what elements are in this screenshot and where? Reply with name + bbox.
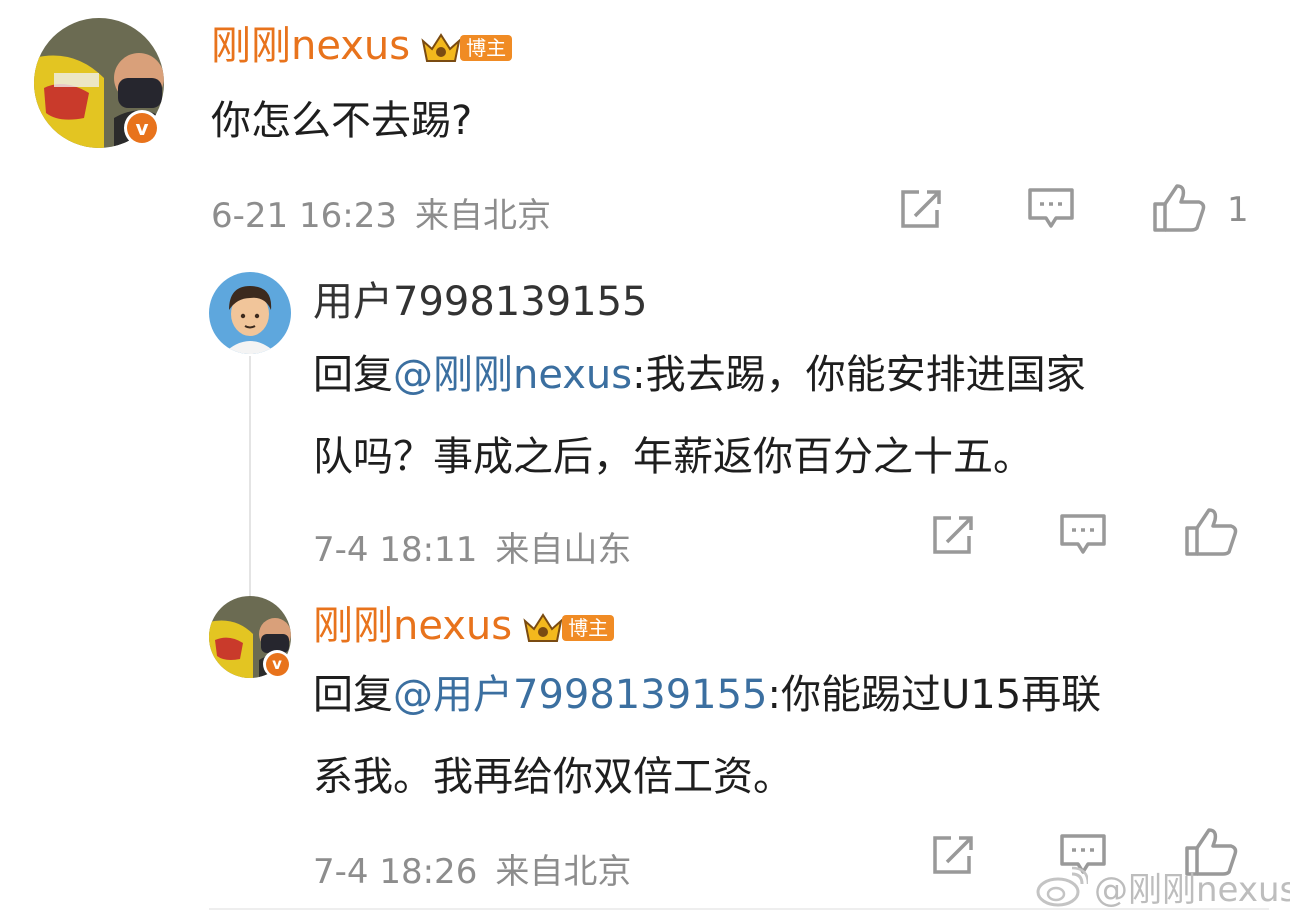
reply1-author[interactable]: 用户7998139155	[313, 278, 648, 326]
like-count: 1	[1227, 190, 1249, 230]
reply-prefix: 回复	[313, 672, 393, 718]
comment-icon[interactable]	[1026, 186, 1076, 232]
mention-link[interactable]: @用户7998139155	[393, 672, 768, 718]
reply-prefix: 回复	[313, 352, 393, 398]
blogger-tag: 博主	[562, 615, 615, 641]
reply1-location: 来自山东	[495, 530, 632, 570]
author-name[interactable]: 刚刚nexus	[313, 603, 512, 649]
verified-icon: v	[124, 110, 160, 146]
reply2-text-line2: 系我。我再给你双倍工资。	[313, 754, 793, 800]
reply2-time: 7-4 18:26	[313, 852, 478, 892]
comment-time: 6-21 16:23	[211, 196, 397, 236]
like-icon[interactable]	[1183, 506, 1239, 558]
forward-icon[interactable]	[929, 512, 979, 558]
comment-location: 来自北京	[414, 196, 551, 236]
like-icon[interactable]	[1151, 182, 1207, 234]
verified-icon: v	[263, 650, 291, 678]
thread-line	[249, 356, 251, 596]
mention-link[interactable]: @刚刚nexus	[393, 352, 632, 398]
reply2-text-line1: 回复@用户7998139155:你能踢过U15再联	[313, 656, 1101, 734]
author-name[interactable]: 刚刚nexus	[211, 23, 410, 69]
comment-icon[interactable]	[1058, 512, 1108, 558]
comment-meta: 6-21 16:23 来自北京	[211, 188, 551, 237]
avatar-user[interactable]	[209, 272, 291, 354]
comment-author[interactable]: 刚刚nexus 博主	[211, 22, 513, 70]
reply2-author[interactable]: 刚刚nexus 博主	[313, 602, 615, 650]
crown-icon	[523, 613, 563, 642]
blogger-tag: 博主	[460, 35, 513, 61]
blogger-badge: 博主	[420, 31, 513, 65]
avatar-image	[209, 272, 291, 354]
reply1-text-line1: 回复@刚刚nexus:我去踢，你能安排进国家	[313, 336, 1086, 414]
forward-icon[interactable]	[897, 186, 947, 232]
reply2-meta: 7-4 18:26 来自北京	[313, 844, 631, 893]
weibo-logo-icon	[1036, 866, 1088, 906]
verified-mark: v	[127, 113, 157, 143]
forward-icon[interactable]	[929, 832, 979, 878]
reply1-text-line2: 队吗？事成之后，年薪返你百分之十五。	[313, 434, 1033, 480]
blogger-badge: 博主	[522, 611, 615, 645]
reply-text: :我去踢，你能安排进国家	[632, 352, 1086, 398]
reply2-location: 来自北京	[495, 852, 632, 892]
watermark: @刚刚nexus	[1036, 862, 1290, 911]
comment-text: 你怎么不去踢?	[211, 98, 473, 144]
verified-mark: v	[265, 652, 289, 676]
watermark-text: @刚刚nexus	[1094, 870, 1290, 910]
reply1-time: 7-4 18:11	[313, 530, 478, 570]
reply1-meta: 7-4 18:11 来自山东	[313, 522, 631, 571]
crown-icon	[421, 33, 461, 62]
reply-text: :你能踢过U15再联	[767, 672, 1102, 718]
